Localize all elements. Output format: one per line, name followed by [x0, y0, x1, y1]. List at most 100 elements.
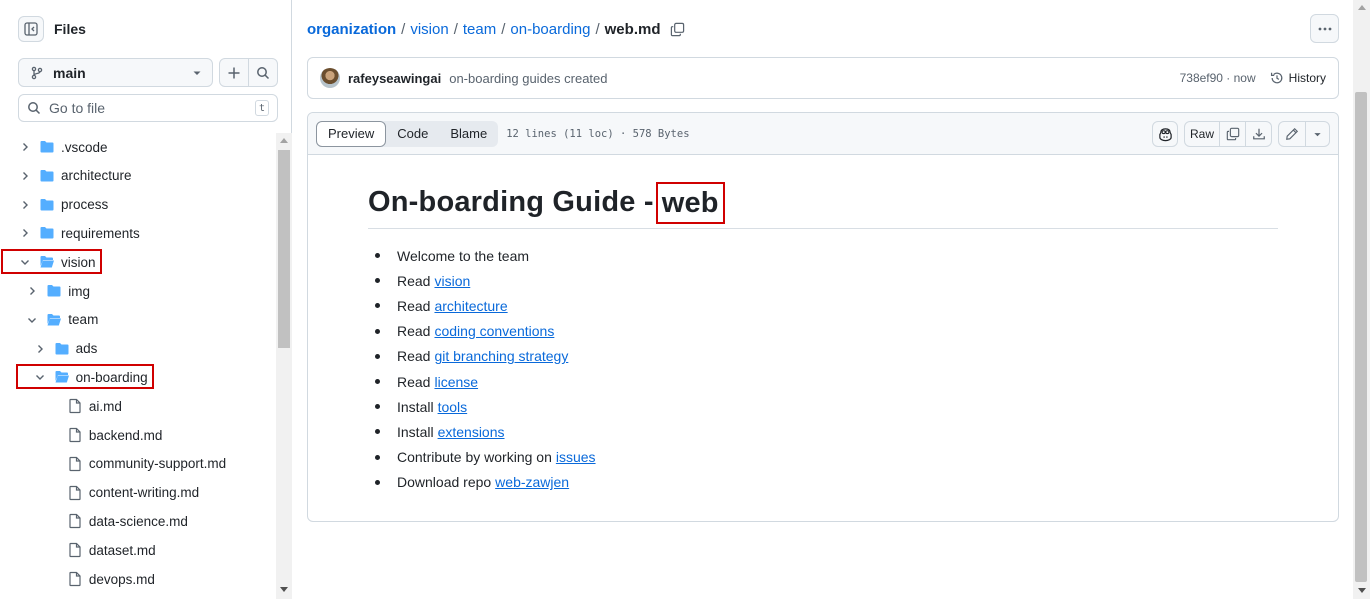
file-toolbar: Raw	[1152, 121, 1330, 147]
list-item-text: Read	[397, 323, 431, 340]
caret-down-icon	[193, 71, 201, 75]
download-button[interactable]	[1246, 121, 1272, 147]
heading-text: On-boarding Guide -	[368, 186, 654, 218]
heading-highlighted-word: web	[655, 181, 725, 224]
tree-item-label: data-science.md	[88, 513, 188, 529]
tree-file-row[interactable]: community-support.md	[0, 450, 276, 478]
more-options-button[interactable]	[1310, 14, 1339, 43]
tree-item-label: process	[61, 197, 109, 213]
plus-icon	[228, 67, 240, 78]
file-viewer: Preview Code Blame 12 lines (11 loc) · 5…	[307, 112, 1339, 522]
commit-message[interactable]: on-boarding guides created	[449, 71, 1179, 86]
list-item: Read architecture	[368, 293, 1278, 318]
onboarding-list: Welcome to the team Read vision Read archite…	[368, 243, 1278, 495]
tree-folder-row[interactable]: on-boarding	[0, 363, 276, 391]
doc-link[interactable]: extensions	[438, 424, 505, 440]
chevron-right-icon	[37, 344, 43, 353]
tree-scrollbar-thumb[interactable]	[278, 150, 290, 348]
tree-file-row[interactable]: ai.md	[0, 392, 276, 420]
scroll-up-arrow-icon[interactable]	[280, 137, 288, 143]
scroll-down-arrow-icon[interactable]	[280, 587, 288, 593]
list-item-text: Read	[397, 348, 431, 365]
raw-copy-download-group: Raw	[1184, 121, 1272, 147]
search-icon	[28, 102, 41, 115]
page-scroll-down-icon[interactable]	[1358, 588, 1366, 594]
sidebar-collapse-icon	[24, 22, 38, 36]
pencil-icon	[1286, 127, 1299, 140]
tree-folder-row[interactable]: architecture	[0, 162, 276, 190]
edit-options-dropdown[interactable]	[1306, 121, 1330, 147]
breadcrumb-team[interactable]: team	[463, 21, 496, 38]
tree-file-row[interactable]: backend.md	[0, 421, 276, 449]
git-branch-icon	[31, 66, 43, 79]
copilot-button[interactable]	[1152, 121, 1178, 147]
doc-link[interactable]: coding conventions	[434, 323, 554, 339]
tab-blame[interactable]: Blame	[439, 121, 498, 147]
commit-hash-time[interactable]: 738ef90 · now	[1180, 71, 1256, 85]
doc-link[interactable]: tools	[438, 399, 468, 415]
tree-file-row[interactable]: devops.md	[0, 565, 276, 593]
breadcrumb-separator: /	[595, 20, 600, 38]
doc-link[interactable]: vision	[434, 273, 470, 289]
tree-folder-row[interactable]: img	[0, 277, 276, 305]
highlight-box	[15, 364, 154, 390]
list-item: Welcome to the team	[368, 243, 1278, 268]
file-icon	[69, 571, 81, 587]
copy-raw-button[interactable]	[1220, 121, 1246, 147]
tree-folder-row[interactable]: process	[0, 191, 276, 219]
tab-preview[interactable]: Preview	[316, 120, 387, 147]
doc-link[interactable]: web-zawjen	[495, 474, 569, 490]
tree-folder-row[interactable]: .vscode	[0, 133, 276, 161]
list-item-text: Read	[397, 373, 431, 390]
folder-icon	[40, 141, 54, 153]
tree-folder-row[interactable]: vision	[0, 248, 276, 276]
branch-selector[interactable]: main	[18, 58, 213, 87]
history-button[interactable]: History	[1270, 71, 1326, 85]
breadcrumb-on-boarding[interactable]: on-boarding	[510, 21, 590, 38]
chevron-right-icon	[23, 229, 28, 238]
list-item-text: Install	[397, 398, 434, 415]
page-scroll-up-icon[interactable]	[1358, 4, 1366, 10]
doc-link[interactable]: git branching strategy	[434, 348, 568, 364]
breadcrumb-current-file: web.md	[604, 20, 661, 38]
download-icon	[1252, 128, 1265, 140]
go-to-file-search[interactable]: t	[18, 94, 278, 122]
tree-folder-row[interactable]: ads	[0, 335, 276, 363]
page-scrollbar-thumb[interactable]	[1355, 92, 1367, 582]
tree-file-row[interactable]: dataset.md	[0, 536, 276, 564]
breadcrumb-vision[interactable]: vision	[410, 21, 448, 38]
folder-icon	[47, 285, 61, 297]
commit-author[interactable]: rafeyseawingai	[348, 71, 441, 86]
edit-file-button[interactable]	[1278, 121, 1306, 147]
file-tree: .vscode architecture process requirements vi…	[0, 133, 276, 599]
doc-link[interactable]: issues	[556, 449, 596, 465]
go-to-file-input[interactable]	[49, 100, 255, 116]
list-item: Install tools	[368, 394, 1278, 419]
tree-item-label: community-support.md	[88, 456, 227, 472]
tree-file-row[interactable]: data-science.md	[0, 507, 276, 535]
search-tree-button[interactable]	[248, 59, 277, 86]
tab-code[interactable]: Code	[386, 121, 439, 147]
collapse-sidebar-button[interactable]	[18, 16, 44, 42]
tree-folder-row[interactable]: team	[0, 306, 276, 334]
list-item: Read coding conventions	[368, 319, 1278, 344]
tree-actions	[219, 58, 278, 87]
list-item-text: Read	[397, 297, 431, 314]
tree-folder-row[interactable]: requirements	[0, 219, 276, 247]
doc-link[interactable]: architecture	[434, 298, 507, 314]
breadcrumb-organization[interactable]: organization	[307, 21, 396, 38]
history-icon	[1270, 72, 1283, 84]
list-item: Install extensions	[368, 419, 1278, 444]
tree-file-row[interactable]: content-writing.md	[0, 479, 276, 507]
caret-down-icon	[1314, 132, 1321, 136]
copy-path-button[interactable]	[670, 22, 685, 37]
view-mode-tabs: Preview Code Blame	[316, 120, 499, 147]
raw-button[interactable]: Raw	[1184, 121, 1220, 147]
list-item: Download repo web-zawjen	[368, 470, 1278, 495]
file-icon	[69, 399, 81, 414]
file-header: Preview Code Blame 12 lines (11 loc) · 5…	[308, 113, 1338, 155]
folder-icon	[55, 342, 69, 355]
doc-link[interactable]: license	[434, 374, 478, 390]
avatar[interactable]	[320, 68, 340, 88]
add-file-button[interactable]	[220, 59, 248, 86]
